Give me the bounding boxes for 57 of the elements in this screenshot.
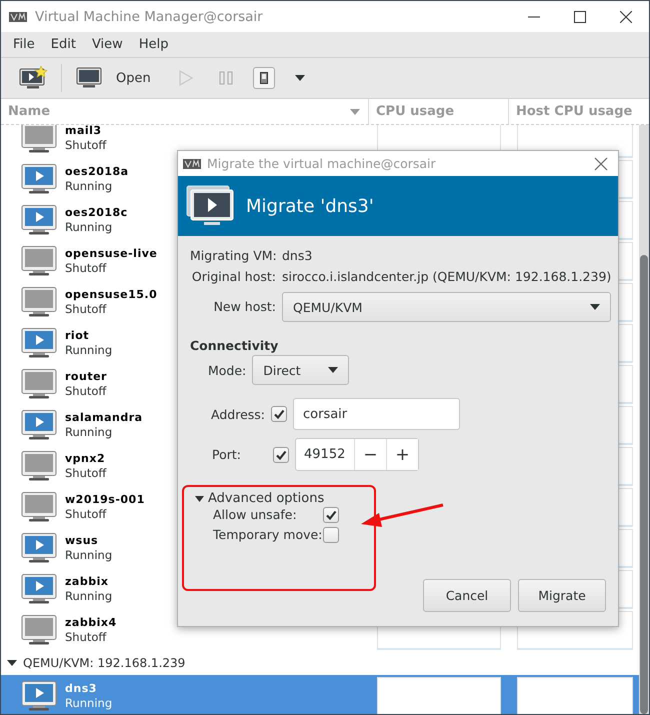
increment-button[interactable]: + xyxy=(386,439,418,470)
vm-name: dns3 xyxy=(65,682,98,696)
field-label: Original host: xyxy=(190,269,276,284)
vm-name: zabbix xyxy=(65,574,110,588)
field-label: Port: xyxy=(212,447,242,462)
menu-item[interactable]: File xyxy=(5,37,43,52)
open-button[interactable]: Open xyxy=(68,63,159,93)
dialog-heading: Migrate 'dns3' xyxy=(246,196,374,216)
menu-item[interactable]: View xyxy=(84,37,131,52)
vm-name: mail3 xyxy=(65,125,103,138)
window-title: Virtual Machine Manager@corsair xyxy=(35,8,264,24)
menu-item[interactable]: Edit xyxy=(42,37,84,52)
vm-status: Shutoff xyxy=(65,630,108,644)
vm-status: Running xyxy=(65,696,112,710)
vm-name: wsus xyxy=(65,534,100,548)
vm-status: Running xyxy=(65,424,114,438)
field-label: Address: xyxy=(211,406,265,422)
vm-name: zabbix4 xyxy=(65,616,117,630)
vm-status: Running xyxy=(65,220,114,234)
vm-status: Shutoff xyxy=(65,506,108,520)
vm-status: Running xyxy=(65,178,114,192)
field-label: Migrating VM: xyxy=(190,248,276,263)
menu-item[interactable]: Help xyxy=(130,37,176,52)
dialog-button[interactable]: Migrate xyxy=(518,579,606,612)
vm-name: oes2018c xyxy=(65,206,128,220)
vm-name: vpnx2 xyxy=(65,452,106,466)
dialog-button[interactable]: Cancel xyxy=(423,579,511,612)
connection-label: QEMU/KVM: 192.168.1.239 xyxy=(23,656,186,670)
vm-name: router xyxy=(65,370,107,384)
vm-name: riot xyxy=(65,328,90,342)
vm-name: opensuse15.0 xyxy=(65,288,158,302)
option-label: Allow unsafe: xyxy=(213,506,298,524)
vm-status: Shutoff xyxy=(65,384,107,398)
field-label: New host: xyxy=(212,298,276,314)
vm-status: Running xyxy=(65,588,112,602)
column-label: Name xyxy=(8,104,50,119)
port-spinner[interactable]: 49152 − + xyxy=(295,438,419,471)
mode-dropdown[interactable]: Direct xyxy=(252,355,350,385)
section-heading: Connectivity xyxy=(190,338,280,353)
field-value: dns3 xyxy=(282,248,314,263)
vm-name: oes2018a xyxy=(65,164,129,178)
dialog-title: Migrate the virtual machine@corsair xyxy=(207,156,437,171)
expander[interactable]: Advanced options xyxy=(195,491,606,506)
vm-status: Shutoff xyxy=(65,466,106,480)
vm-name: salamandra xyxy=(65,410,143,424)
option-label: Temporary move: xyxy=(213,526,323,544)
vm-status: Shutoff xyxy=(65,260,108,274)
vm-status: Running xyxy=(65,342,112,356)
field-value: sirocco.i.islandcenter.jp (QEMU/KVM: 192.168.1.239) xyxy=(282,269,612,284)
vm-name: w2019s-001 xyxy=(65,492,145,506)
vm-status: Shutoff xyxy=(65,302,108,316)
field-label: Mode: xyxy=(208,362,246,378)
vm-status: Running xyxy=(65,548,112,562)
host-dropdown[interactable]: QEMU/KVM xyxy=(282,292,612,322)
vm-name: opensuse-live xyxy=(65,246,158,260)
address-field[interactable]: corsair xyxy=(293,398,460,430)
vm-status: Shutoff xyxy=(65,138,106,152)
